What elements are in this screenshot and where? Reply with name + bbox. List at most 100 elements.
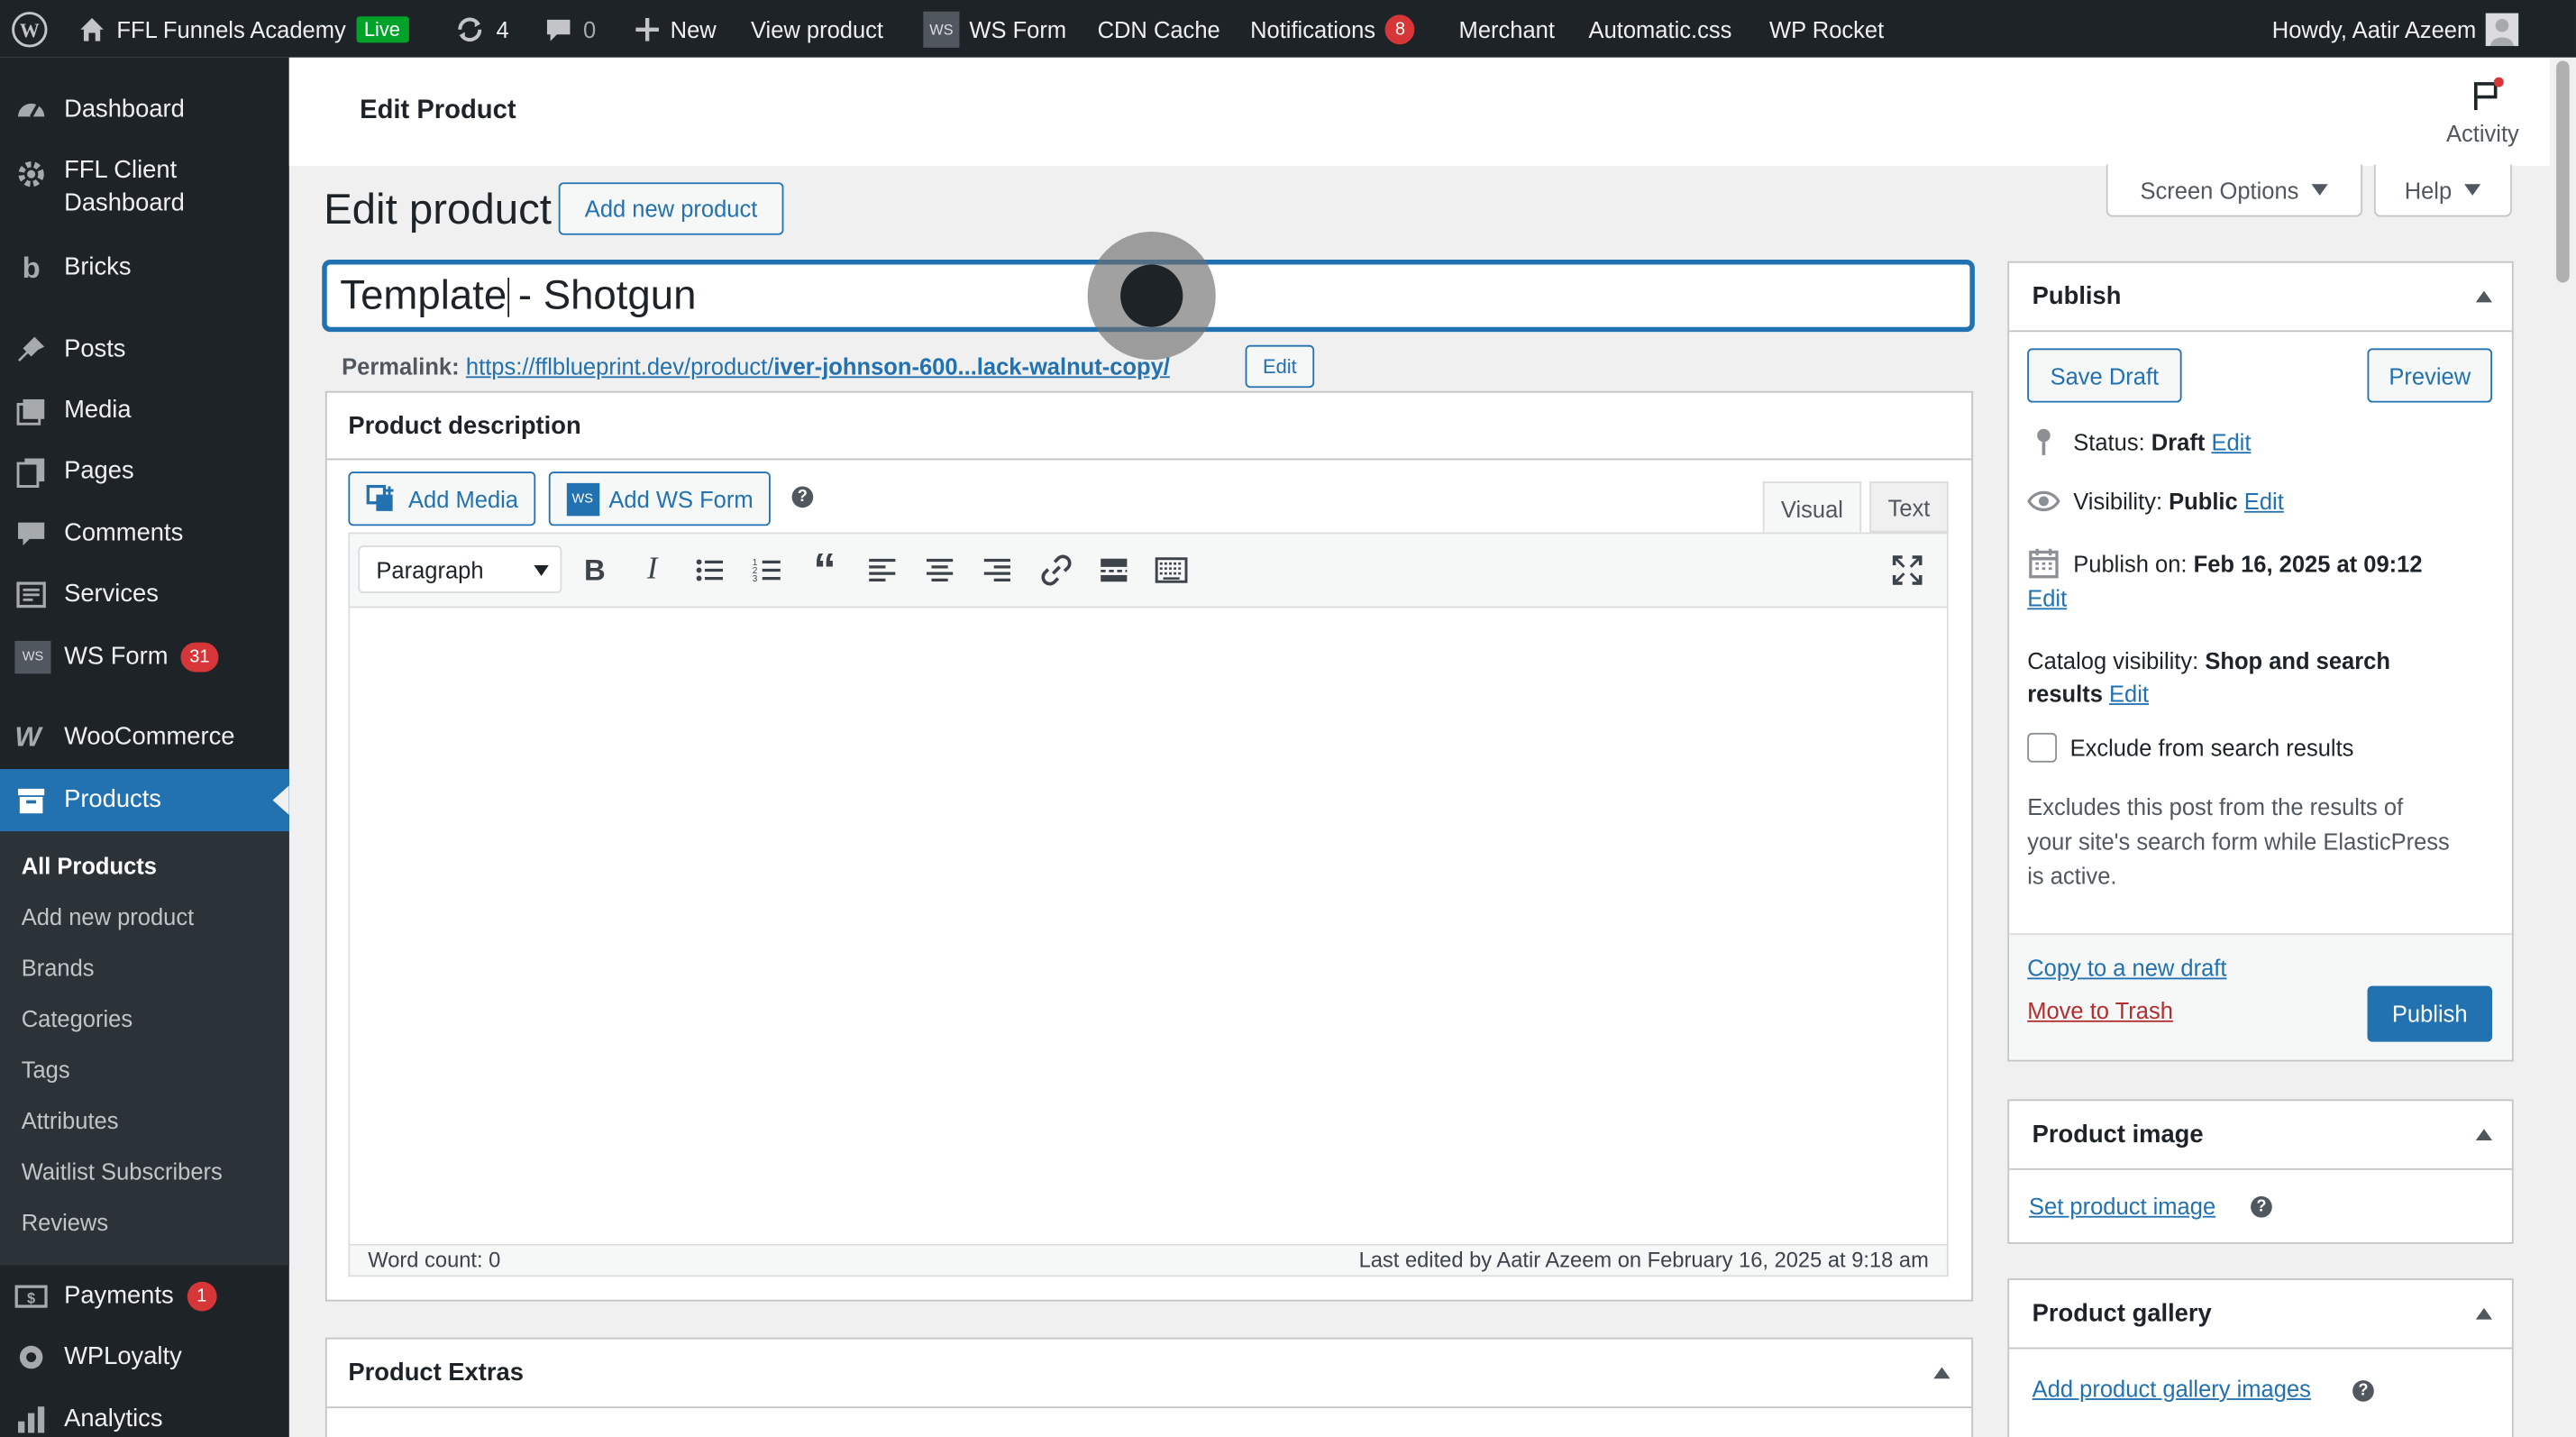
set-product-image-link[interactable]: Set product image [2029,1193,2215,1219]
page-scrollbar[interactable] [2549,57,2576,1437]
screen-options-button[interactable]: Screen Options [2106,164,2363,217]
sidebar-item-services[interactable]: Services [0,575,289,615]
publish-button[interactable]: Publish [2367,985,2493,1042]
submenu-reviews[interactable]: Reviews [22,1210,108,1236]
sidebar-item-woocommerce[interactable]: W WooCommerce [0,718,289,758]
automatic-css-link[interactable]: Automatic.css [1589,0,1732,58]
sidebar-item-analytics[interactable]: Analytics [0,1400,289,1437]
tab-visual[interactable]: Visual [1762,481,1862,535]
activity-button[interactable]: Activity [2442,74,2534,156]
align-right-button[interactable] [979,552,1015,588]
publish-on-edit-link[interactable]: Edit [2027,585,2067,611]
collapse-toggle-icon[interactable] [2475,1307,2493,1322]
submenu-categories[interactable]: Categories [22,1005,132,1031]
catalog-visibility-edit-link[interactable]: Edit [2109,681,2149,707]
link-icon [1041,554,1072,586]
comments-link[interactable]: 0 [544,0,596,58]
sidebar-item-payments[interactable]: $ Payments 1 [0,1277,289,1316]
cdn-cache-link[interactable]: CDN Cache [1098,0,1220,58]
add-media-button[interactable]: Add Media [348,471,536,526]
move-to-trash-link[interactable]: Move to Trash [2027,997,2173,1023]
help-icon[interactable]: ? [2251,1195,2272,1218]
visibility-edit-link[interactable]: Edit [2244,488,2284,514]
sidebar-item-products[interactable]: Products [0,769,289,832]
site-name-link[interactable]: FFL Funnels Academy Live [78,0,409,58]
italic-button[interactable]: I [635,552,671,588]
blockquote-button[interactable]: “ [807,546,843,592]
scrollbar-thumb[interactable] [2556,60,2570,283]
help-icon[interactable]: ? [791,486,814,508]
preview-button[interactable]: Preview [2367,348,2493,403]
ws-form-link[interactable]: WS WS Form [923,0,1066,58]
updates-link[interactable]: 4 [453,0,509,58]
submenu-tags[interactable]: Tags [22,1057,70,1083]
add-ws-form-button[interactable]: WS Add WS Form [548,471,771,526]
collapse-toggle-icon[interactable] [2475,1129,2493,1142]
tab-text[interactable]: Text [1869,481,1949,533]
permalink-edit-button[interactable]: Edit [1245,344,1315,389]
sidebar-item-dashboard[interactable]: Dashboard [0,90,289,130]
copy-to-new-draft-link[interactable]: Copy to a new draft [2027,955,2226,981]
submenu-brands[interactable]: Brands [22,955,95,981]
last-edited: Last edited by Aatir Azeem on February 1… [1358,1247,1929,1272]
exclude-desc-line1: Excludes this post from the results of [2027,793,2404,820]
sidebar-item-pages[interactable]: Pages [0,452,289,491]
user-account-link[interactable]: Howdy, Aatir Azeem [2272,0,2519,58]
product-gallery-heading: Product gallery [2032,1299,2212,1328]
save-draft-button[interactable]: Save Draft [2027,348,2182,403]
sidebar-item-posts[interactable]: Posts [0,330,289,370]
bold-button[interactable]: B [577,552,613,588]
permalink-link[interactable]: https://fflblueprint.dev/product/iver-jo… [466,353,1170,380]
editor-content-area[interactable] [350,609,1947,1244]
numbered-list-button[interactable]: 123 [749,552,785,588]
caret-down-icon [2311,183,2329,195]
exclude-search-checkbox[interactable] [2027,732,2058,763]
pages-icon [16,458,45,488]
view-product-link[interactable]: View product [751,0,883,58]
collapse-toggle-icon[interactable] [2475,290,2493,305]
submenu-waitlist-subscribers[interactable]: Waitlist Subscribers [22,1158,223,1185]
ws-form-count-badge: 31 [181,642,218,673]
submenu-attributes[interactable]: Attributes [22,1107,119,1133]
sidebar-label: Services [64,580,159,609]
submenu-add-new-product[interactable]: Add new product [22,903,195,929]
insert-link-button[interactable] [1038,552,1074,588]
merchant-link[interactable]: Merchant [1459,0,1555,58]
sidebar-item-ffl-client-dashboard[interactable]: FFL Client Dashboard [0,154,289,226]
collapse-toggle-icon[interactable] [1933,1367,1950,1380]
new-link[interactable]: New [635,0,717,58]
admin-bar: W FFL Funnels Academy Live 4 0 New View … [0,0,2576,58]
help-button[interactable]: Help [2373,164,2512,217]
submenu-all-products[interactable]: All Products [22,853,157,879]
sidebar-item-bricks[interactable]: b Bricks [0,248,289,288]
notifications-link[interactable]: Notifications 8 [1250,0,1415,58]
admin-sidebar: Dashboard FFL Client Dashboard b Bricks … [0,57,289,1437]
align-right-icon [983,558,1010,582]
bulleted-list-button[interactable] [691,552,727,588]
payments-icon: $ [14,1285,48,1308]
merchant-label: Merchant [1458,15,1555,42]
publish-on-label: Publish on: [2073,550,2188,577]
sidebar-label: Comments [64,518,184,547]
format-select[interactable]: Paragraph [358,545,562,593]
add-gallery-images-link[interactable]: Add product gallery images [2032,1376,2311,1402]
permalink-base: https://fflblueprint.dev/product/ [465,352,774,380]
wordpress-logo-icon[interactable]: W [12,0,48,58]
sidebar-item-comments[interactable]: Comments [0,515,289,554]
fullscreen-button[interactable] [1889,552,1925,588]
sidebar-item-ws-form[interactable]: WS WS Form 31 [0,637,289,677]
toolbar-toggle-button[interactable] [1154,552,1190,588]
add-new-product-button[interactable]: Add new product [558,182,784,235]
help-icon[interactable]: ? [2352,1380,2374,1402]
align-center-button[interactable] [922,552,958,588]
wp-rocket-link[interactable]: WP Rocket [1769,0,1884,58]
sidebar-item-wployalty[interactable]: WPLoyalty [0,1338,289,1378]
align-left-button[interactable] [864,552,900,588]
woocommerce-icon: W [14,721,41,753]
bulleted-list-icon [696,559,723,581]
pin-icon [18,336,45,362]
sidebar-item-media[interactable]: Media [0,391,289,431]
status-edit-link[interactable]: Edit [2211,429,2251,455]
read-more-button[interactable] [1096,552,1132,588]
calendar-icon [2029,548,2059,579]
